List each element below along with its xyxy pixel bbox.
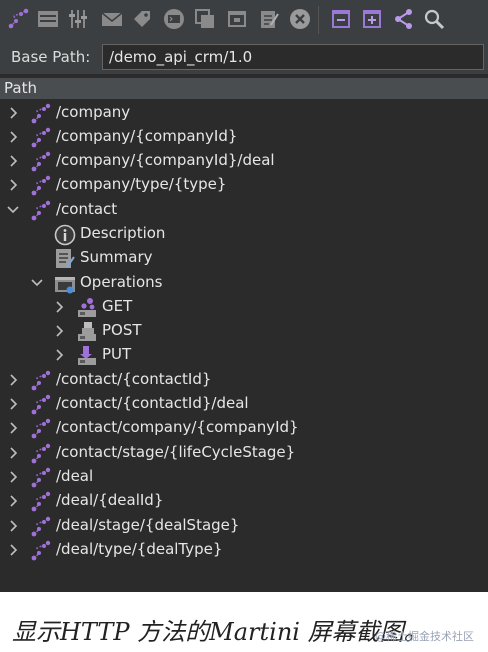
tree-row-label: /deal/stage/{dealStage} (56, 516, 240, 534)
tree-row-company[interactable]: /company (0, 101, 488, 125)
tree-row-deal-stage[interactable]: /deal/stage/{dealStage} (0, 514, 488, 538)
tree-row-label: /company/{companyId}/deal (56, 151, 275, 169)
chevron-right-icon[interactable] (6, 542, 22, 558)
path-icon (31, 175, 51, 196)
watermark: @稀土掘金技术社区 (375, 630, 474, 643)
chevron-right-icon[interactable] (6, 177, 22, 193)
grid-icon[interactable] (36, 7, 60, 31)
window-icon[interactable] (225, 7, 249, 31)
sliders-icon[interactable] (66, 7, 90, 31)
put-method-icon (78, 346, 96, 365)
tree-row-label: Operations (80, 273, 163, 291)
figure-caption: 显示HTTP 方法的Martini 屏幕截图。 (12, 618, 428, 646)
path-icon (31, 103, 51, 124)
tree-row-label: /deal (56, 467, 94, 485)
tree-row-contact-id[interactable]: /contact/{contactId} (0, 368, 488, 392)
chevron-right-icon[interactable] (6, 469, 22, 485)
path-icon (31, 127, 51, 148)
chevron-right-icon[interactable] (52, 323, 68, 339)
tree-row-contact-company[interactable]: /contact/company/{companyId} (0, 416, 488, 440)
path-icon[interactable] (6, 7, 30, 31)
toolbar (0, 0, 488, 40)
chevron-right-icon[interactable] (6, 396, 22, 412)
tree-row-company-id[interactable]: /company/{companyId} (0, 125, 488, 149)
tree-row-label: GET (102, 297, 133, 315)
tree-row-label: /company/type/{type} (56, 175, 227, 193)
tree-row-label: /contact/{contactId}/deal (56, 394, 249, 412)
close-circle-icon[interactable] (288, 7, 312, 31)
tree-row-deal-type[interactable]: /deal/type/{dealType} (0, 538, 488, 562)
operations-icon (55, 277, 75, 294)
tree-row-put[interactable]: PUT (0, 343, 488, 367)
get-method-icon (78, 298, 96, 317)
tree-row-contact-id-deal[interactable]: /contact/{contactId}/deal (0, 392, 488, 416)
info-icon (54, 224, 76, 246)
search-icon[interactable] (422, 7, 446, 31)
base-path-input[interactable]: /demo_api_crm/1.0 (102, 44, 484, 70)
base-path-label: Base Path: (11, 48, 91, 66)
document-icon (56, 249, 75, 268)
tree-row-label: /company (56, 103, 131, 121)
toolbar-separator (318, 6, 319, 34)
tree-row-label: /company/{companyId} (56, 127, 238, 145)
tree-row-contact-stage[interactable]: /contact/stage/{lifeCycleStage} (0, 441, 488, 465)
path-icon (31, 516, 51, 537)
column-header-label: Path (4, 79, 37, 97)
path-icon (31, 418, 51, 439)
base-path-bar: Base Path: /demo_api_crm/1.0 (0, 40, 488, 74)
path-icon (31, 491, 51, 512)
tree-row-contact[interactable]: /contact (0, 198, 488, 222)
share-icon[interactable] (392, 7, 416, 31)
tree-row-label: /contact/company/{companyId} (56, 418, 299, 436)
chevron-down-icon[interactable] (29, 275, 45, 291)
chevron-right-icon[interactable] (6, 493, 22, 509)
tree-row-label: /deal/type/{dealType} (56, 540, 223, 558)
mail-icon[interactable] (100, 7, 124, 31)
chevron-right-icon[interactable] (6, 372, 22, 388)
tree-row-label: /contact/{contactId} (56, 370, 212, 388)
tag-icon[interactable] (130, 7, 154, 31)
tree-row-label: /deal/{dealId} (56, 491, 164, 509)
chevron-right-icon[interactable] (6, 129, 22, 145)
tree-row-post[interactable]: POST (0, 319, 488, 343)
tree-row-description[interactable]: Description (0, 222, 488, 246)
terminal-icon[interactable] (162, 7, 186, 31)
column-header: Path (0, 78, 488, 99)
expand-all-icon[interactable] (360, 7, 384, 31)
path-icon (31, 443, 51, 464)
edit-icon[interactable] (257, 7, 281, 31)
tree-row-summary[interactable]: Summary (0, 246, 488, 270)
copy-icon[interactable] (193, 7, 217, 31)
post-method-icon (78, 322, 96, 341)
chevron-right-icon[interactable] (6, 153, 22, 169)
tree-row-label: POST (102, 321, 142, 339)
chevron-right-icon[interactable] (6, 518, 22, 534)
path-icon (31, 200, 51, 221)
tree-row-label: /contact/stage/{lifeCycleStage} (56, 443, 296, 461)
path-icon (31, 151, 51, 172)
tree-row-company-type[interactable]: /company/type/{type} (0, 173, 488, 197)
chevron-right-icon[interactable] (6, 105, 22, 121)
tree-row-get[interactable]: GET (0, 295, 488, 319)
chevron-right-icon[interactable] (52, 299, 68, 315)
path-icon (31, 540, 51, 561)
tree-row-company-id-deal[interactable]: /company/{companyId}/deal (0, 149, 488, 173)
path-icon (31, 370, 51, 391)
chevron-right-icon[interactable] (52, 347, 68, 363)
path-icon (31, 394, 51, 415)
chevron-right-icon[interactable] (6, 420, 22, 436)
tree-row-label: Summary (80, 248, 153, 266)
chevron-right-icon[interactable] (6, 445, 22, 461)
tree-row-label: /contact (56, 200, 118, 218)
tree-row-label: PUT (102, 345, 132, 363)
collapse-all-icon[interactable] (329, 7, 353, 31)
path-icon (31, 467, 51, 488)
path-browser-panel: Base Path: /demo_api_crm/1.0 Path /compa… (0, 0, 488, 592)
chevron-down-icon[interactable] (5, 202, 21, 218)
tree-row-deal-id[interactable]: /deal/{dealId} (0, 489, 488, 513)
tree-row-label: Description (80, 224, 166, 242)
tree-row-deal[interactable]: /deal (0, 465, 488, 489)
tree-row-operations[interactable]: Operations (0, 271, 488, 295)
